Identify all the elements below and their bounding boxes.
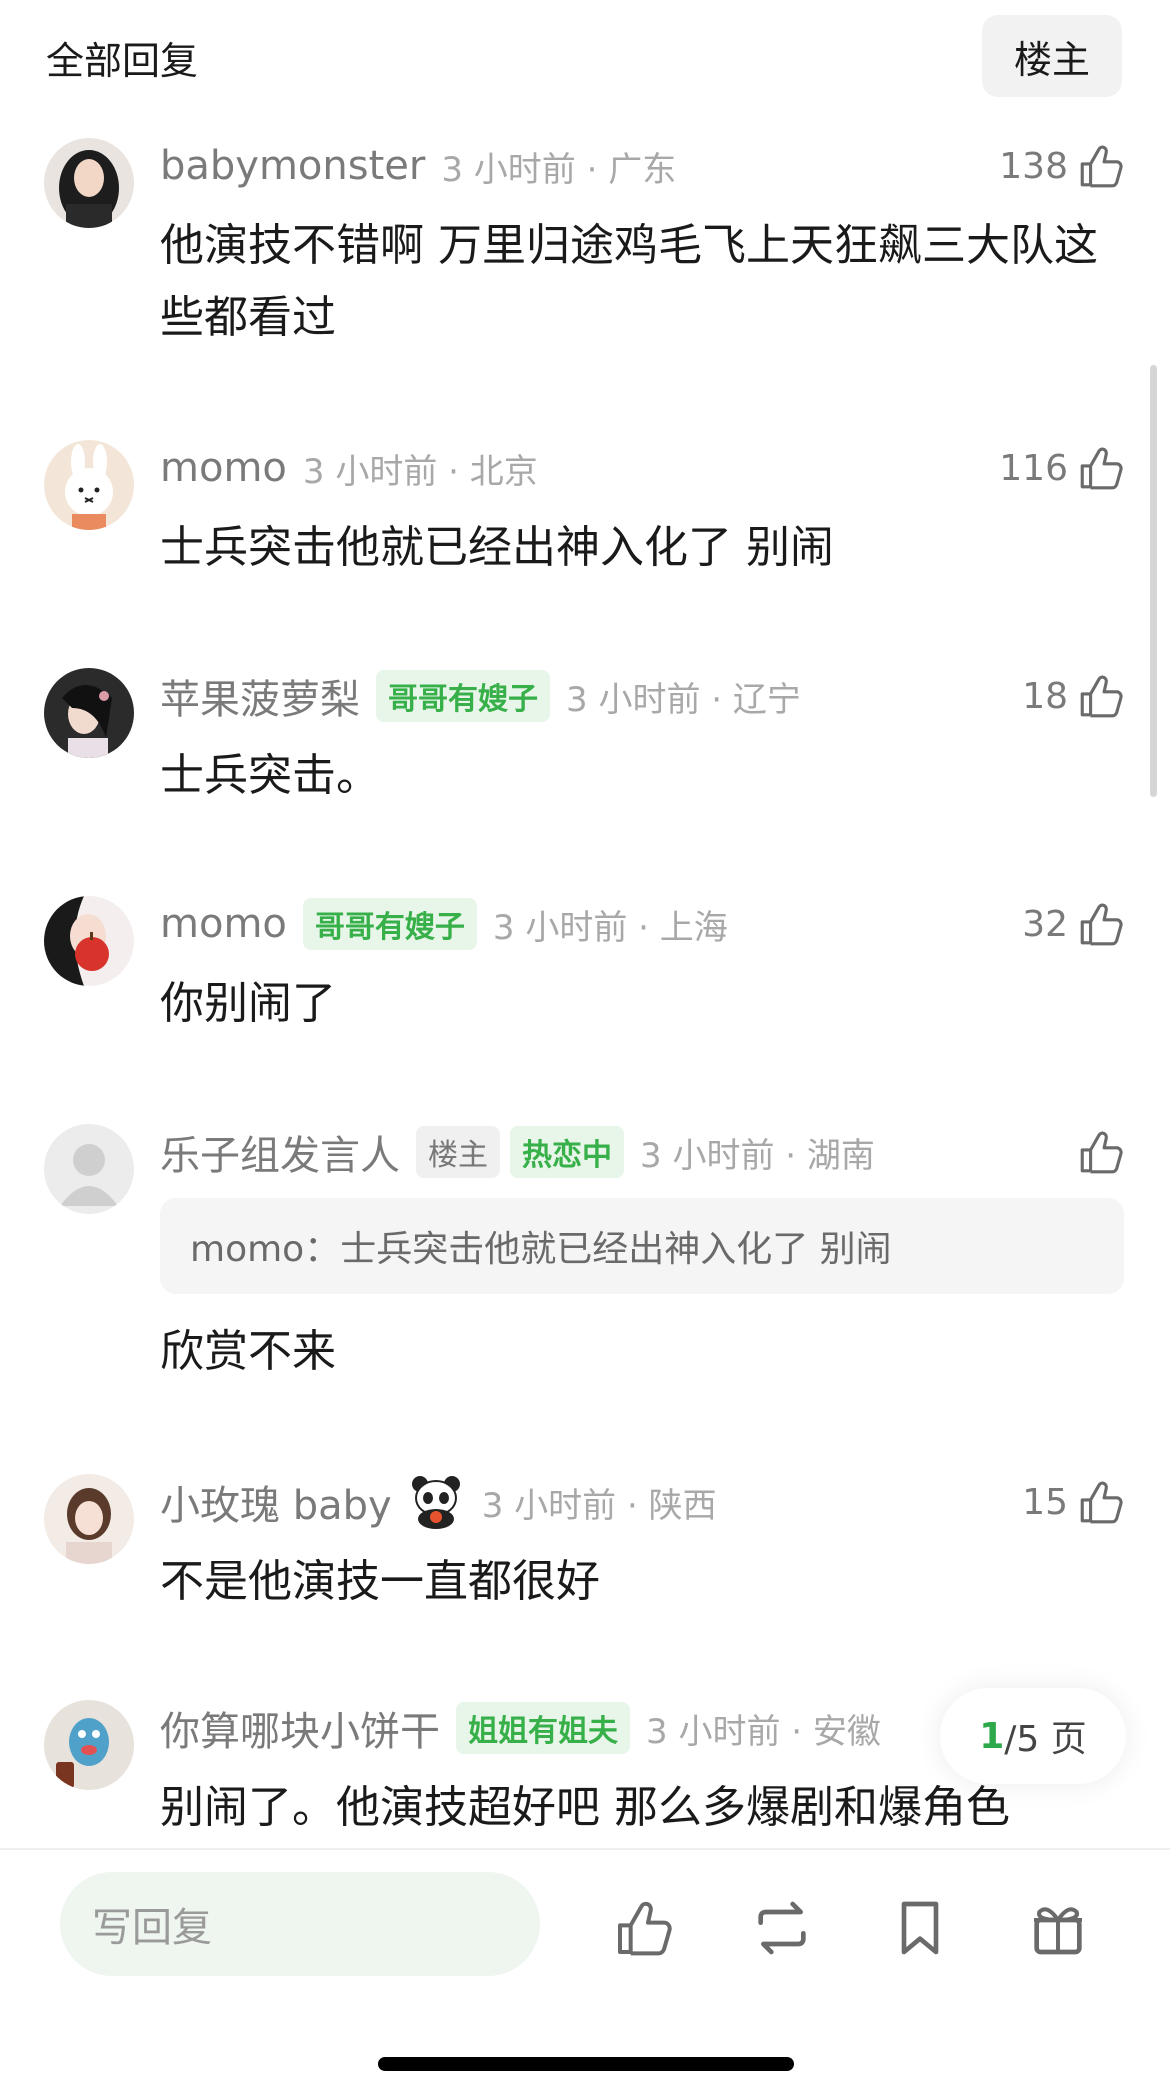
op-badge: 楼主 bbox=[416, 1126, 500, 1178]
username[interactable]: 小玫瑰 baby bbox=[160, 1473, 392, 1531]
comment-meta: 苹果菠萝梨 哥哥有嫂子 3 小时前 · 辽宁 bbox=[160, 668, 801, 724]
username[interactable]: momo bbox=[160, 901, 287, 947]
like-button[interactable] bbox=[1076, 1124, 1126, 1180]
thumbs-up-icon bbox=[1076, 141, 1126, 191]
like-button[interactable]: 18 bbox=[1022, 668, 1126, 724]
panda-emoji-icon bbox=[411, 1476, 460, 1529]
page-current: 1 bbox=[979, 1715, 1005, 1757]
comment-meta: 你算哪块小饼干 姐姐有姐夫 3 小时前 · 安徽 bbox=[160, 1700, 881, 1756]
like-button[interactable]: 116 bbox=[999, 440, 1126, 496]
avatar[interactable] bbox=[44, 1474, 134, 1564]
fan-badge: 哥哥有嫂子 bbox=[302, 898, 477, 950]
username[interactable]: 乐子组发言人 bbox=[160, 1123, 400, 1181]
comment-text: 欣赏不来 bbox=[160, 1326, 336, 1377]
like-count: 32 bbox=[1022, 903, 1068, 945]
avatar[interactable] bbox=[44, 440, 134, 530]
username[interactable]: momo bbox=[160, 445, 287, 491]
like-count: 18 bbox=[1022, 675, 1068, 717]
time-location: 3 小时前 · 辽宁 bbox=[566, 679, 801, 720]
like-button[interactable]: 138 bbox=[999, 138, 1126, 194]
fan-badge: 哥哥有嫂子 bbox=[376, 670, 550, 722]
avatar[interactable] bbox=[44, 668, 134, 758]
bottom-action-bar: 写回复 bbox=[0, 1848, 1170, 2098]
fan-badge: 姐姐有姐夫 bbox=[456, 1702, 630, 1754]
comment-meta: babymonster 3 小时前 · 广东 bbox=[160, 138, 676, 194]
comment-meta: 乐子组发言人 楼主 热恋中 3 小时前 · 湖南 bbox=[160, 1124, 875, 1180]
like-button[interactable]: 32 bbox=[1022, 896, 1126, 952]
like-count: 138 bbox=[999, 145, 1068, 187]
time-location: 3 小时前 · 湖南 bbox=[640, 1135, 875, 1176]
username[interactable]: 苹果菠萝梨 bbox=[160, 667, 360, 725]
comment-meta: momo 3 小时前 · 北京 bbox=[160, 440, 538, 496]
time-location: 3 小时前 · 北京 bbox=[302, 451, 538, 492]
scrollbar[interactable] bbox=[1150, 365, 1157, 797]
home-indicator[interactable] bbox=[378, 2057, 794, 2071]
like-icon[interactable] bbox=[612, 1896, 676, 1960]
comment-text: 士兵突击。 bbox=[160, 750, 380, 801]
thumbs-up-icon bbox=[1076, 1127, 1126, 1177]
avatar[interactable] bbox=[44, 1124, 134, 1214]
comment-text: 士兵突击他就已经出神入化了 别闹 bbox=[160, 522, 834, 573]
avatar[interactable] bbox=[44, 896, 134, 986]
username[interactable]: babymonster bbox=[160, 143, 425, 189]
thumbs-up-icon bbox=[1076, 443, 1126, 493]
reply-input[interactable]: 写回复 bbox=[60, 1872, 540, 1976]
comment-text: 他演技不错啊 万里归途鸡毛飞上天狂飙三大队这些都看过 bbox=[160, 220, 1098, 343]
page-total: /5 页 bbox=[1004, 1719, 1087, 1760]
bookmark-icon[interactable] bbox=[888, 1896, 952, 1960]
like-count: 116 bbox=[999, 447, 1068, 489]
avatar[interactable] bbox=[44, 1700, 134, 1790]
page-title: 全部回复 bbox=[46, 39, 199, 83]
time-location: 3 小时前 · 广东 bbox=[441, 149, 677, 190]
comment-meta: 小玫瑰 baby 3 小时前 · 陕西 bbox=[160, 1474, 717, 1530]
time-location: 3 小时前 · 陕西 bbox=[481, 1485, 717, 1526]
comment-text: 别闹了。他演技超好吧 那么多爆剧和爆角色 bbox=[160, 1782, 1010, 1833]
op-only-filter-button[interactable]: 楼主 bbox=[982, 15, 1122, 97]
comment-text: 你别闹了 bbox=[160, 978, 336, 1029]
repost-icon[interactable] bbox=[750, 1896, 814, 1960]
gift-icon[interactable] bbox=[1026, 1896, 1090, 1960]
fan-badge: 热恋中 bbox=[510, 1126, 624, 1178]
thumbs-up-icon bbox=[1076, 671, 1126, 721]
thumbs-up-icon bbox=[1076, 1477, 1126, 1527]
thumbs-up-icon bbox=[1076, 899, 1126, 949]
like-count: 15 bbox=[1022, 1481, 1068, 1523]
like-button[interactable]: 15 bbox=[1022, 1474, 1126, 1530]
avatar[interactable] bbox=[44, 138, 134, 228]
header: 全部回复 楼主 bbox=[0, 0, 1170, 110]
time-location: 3 小时前 · 上海 bbox=[492, 907, 728, 948]
username[interactable]: 你算哪块小饼干 bbox=[160, 1699, 440, 1757]
comment-text: 不是他演技一直都很好 bbox=[160, 1556, 600, 1607]
quoted-reply[interactable]: momo：士兵突击他就已经出神入化了 别闹 bbox=[160, 1198, 1124, 1294]
page-indicator[interactable]: 1/5 页 bbox=[940, 1688, 1126, 1784]
comment-meta: momo 哥哥有嫂子 3 小时前 · 上海 bbox=[160, 896, 728, 952]
time-location: 3 小时前 · 安徽 bbox=[646, 1711, 881, 1752]
comment-list: 全部回复 楼主 babymonster 3 小时前 · 广东 138 他演技不错… bbox=[0, 0, 1170, 1848]
